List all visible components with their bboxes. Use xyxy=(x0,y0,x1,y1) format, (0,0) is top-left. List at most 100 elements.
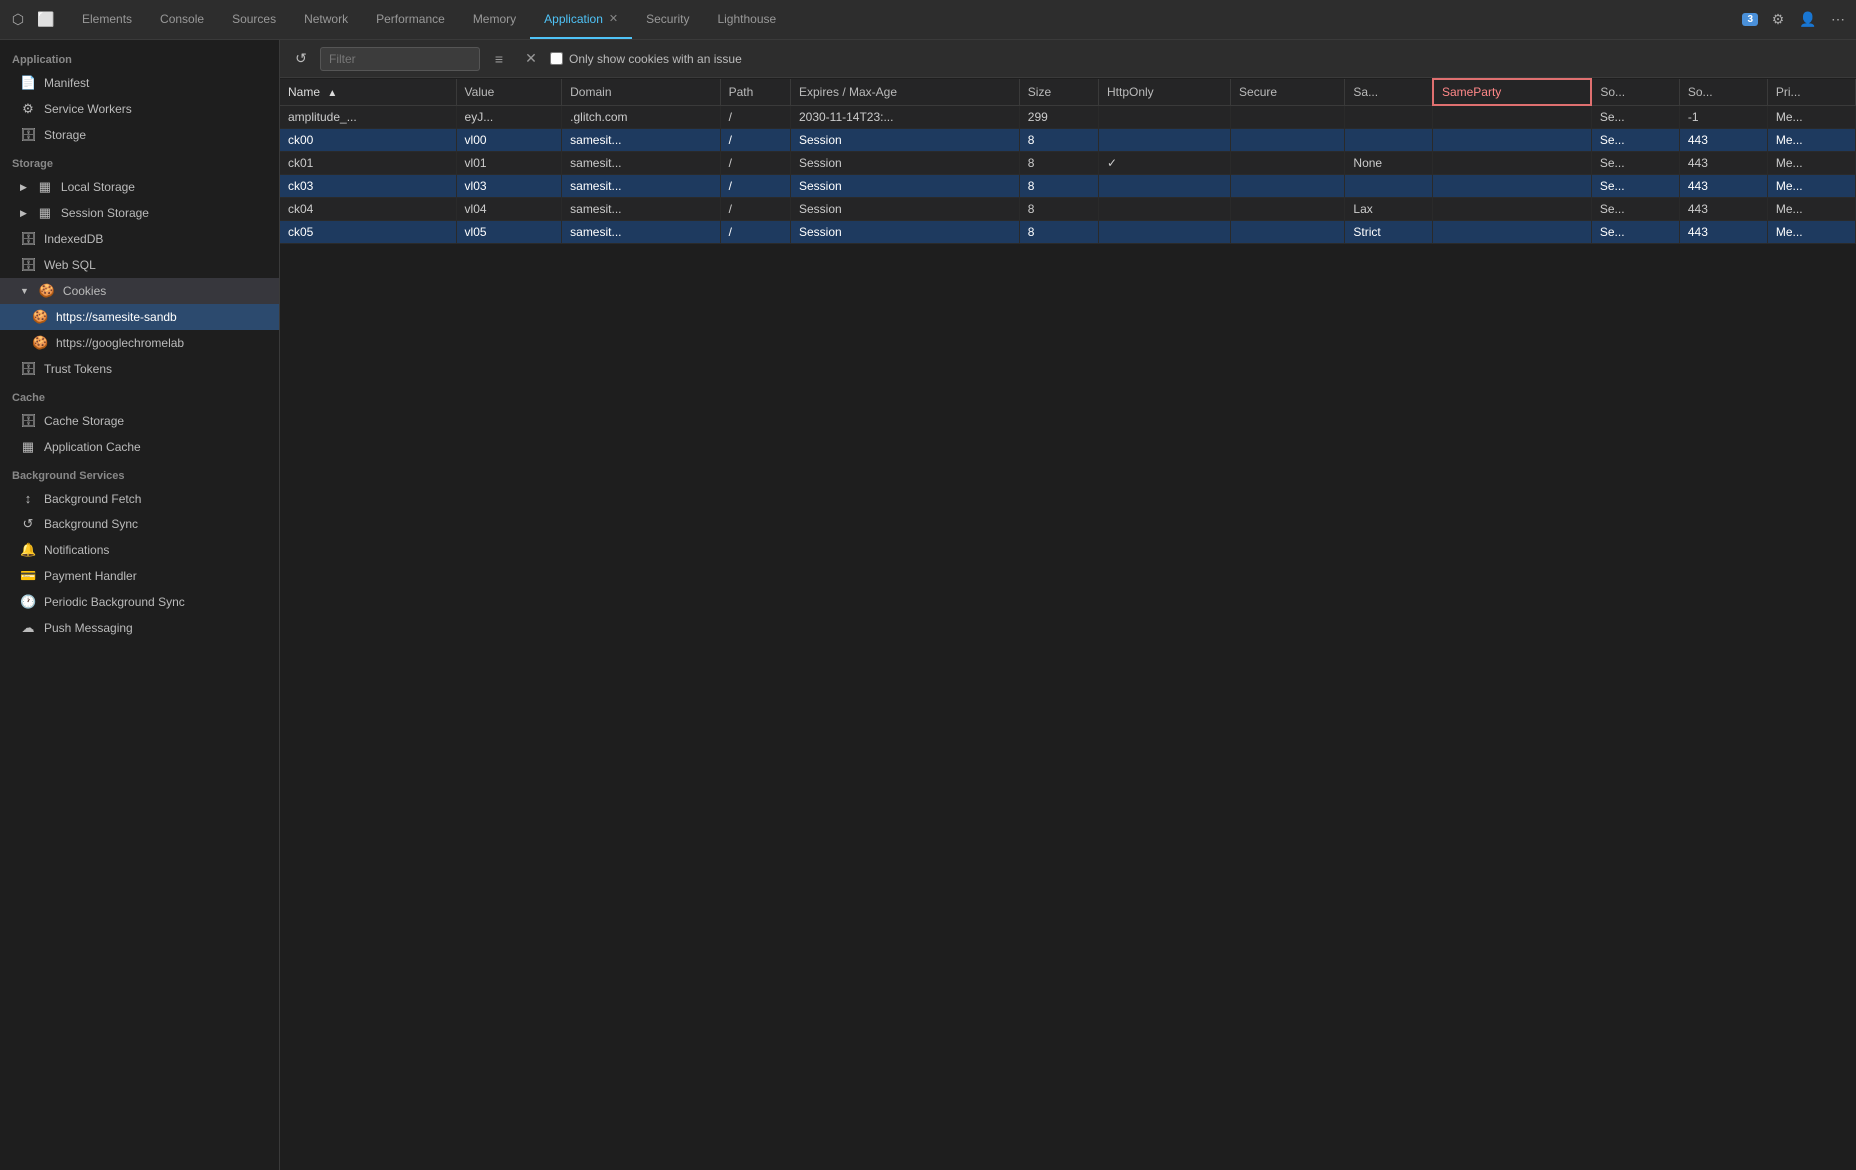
filter-options-icon[interactable]: ≡ xyxy=(486,46,512,72)
sidebar-item-periodic-bg-sync[interactable]: 🕐 Periodic Background Sync xyxy=(0,589,279,615)
tab-close-icon[interactable]: ✕ xyxy=(609,12,618,25)
sidebar-item-googlechrome-lab[interactable]: 🍪 https://googlechromelab xyxy=(0,330,279,356)
cell-so1: Se... xyxy=(1591,197,1679,220)
websql-icon: 🗄 xyxy=(20,257,36,273)
cache-storage-icon: 🗄 xyxy=(20,413,36,429)
table-row[interactable]: ck03vl03samesit.../Session8Se...443Me... xyxy=(280,174,1856,197)
col-header-domain[interactable]: Domain xyxy=(562,79,720,105)
table-row[interactable]: ck05vl05samesit.../Session8StrictSe...44… xyxy=(280,220,1856,243)
more-icon[interactable]: ⋯ xyxy=(1828,10,1848,30)
tab-performance[interactable]: Performance xyxy=(362,0,459,39)
cell-value: vl00 xyxy=(456,128,562,151)
settings-icon[interactable]: ⚙ xyxy=(1768,10,1788,30)
sidebar-item-session-storage[interactable]: ▶ ▦ Session Storage xyxy=(0,200,279,226)
tab-memory[interactable]: Memory xyxy=(459,0,530,39)
cell-pri: Me... xyxy=(1767,174,1855,197)
cell-sameparty xyxy=(1433,128,1591,151)
sidebar-item-application-cache[interactable]: ▦ Application Cache xyxy=(0,434,279,460)
sidebar-item-service-workers[interactable]: ⚙ Service Workers xyxy=(0,96,279,122)
cell-name: ck01 xyxy=(280,151,456,174)
tab-security[interactable]: Security xyxy=(632,0,703,39)
col-header-so2[interactable]: So... xyxy=(1679,79,1767,105)
issue-filter-checkbox[interactable] xyxy=(550,52,563,65)
table-row[interactable]: ck04vl04samesit.../Session8LaxSe...443Me… xyxy=(280,197,1856,220)
clear-filter-icon[interactable]: ✕ xyxy=(518,46,544,72)
col-header-sa[interactable]: Sa... xyxy=(1345,79,1433,105)
cell-secure xyxy=(1231,105,1345,128)
sidebar-item-websql[interactable]: 🗄 Web SQL xyxy=(0,252,279,278)
sidebar-item-trust-tokens[interactable]: 🗄 Trust Tokens xyxy=(0,356,279,382)
cell-path: / xyxy=(720,197,790,220)
table-row[interactable]: ck01vl01samesit.../Session8✓NoneSe...443… xyxy=(280,151,1856,174)
tab-elements[interactable]: Elements xyxy=(68,0,146,39)
col-header-expires[interactable]: Expires / Max-Age xyxy=(790,79,1019,105)
cell-sa xyxy=(1345,105,1433,128)
table-body: amplitude_...eyJ....glitch.com/2030-11-1… xyxy=(280,105,1856,243)
col-header-so1[interactable]: So... xyxy=(1591,79,1679,105)
sidebar-item-payment-handler[interactable]: 💳 Payment Handler xyxy=(0,563,279,589)
issue-filter-label[interactable]: Only show cookies with an issue xyxy=(550,52,742,66)
col-header-value[interactable]: Value xyxy=(456,79,562,105)
cursor-icon[interactable]: ⬡ xyxy=(8,10,28,30)
col-header-size[interactable]: Size xyxy=(1019,79,1098,105)
col-header-pri[interactable]: Pri... xyxy=(1767,79,1855,105)
tab-bar: ⬡ ⬜ Elements Console Sources Network Per… xyxy=(0,0,1856,40)
cell-httponly xyxy=(1099,197,1231,220)
sidebar-item-local-storage[interactable]: ▶ ▦ Local Storage xyxy=(0,174,279,200)
cell-so2: 443 xyxy=(1679,197,1767,220)
person-icon[interactable]: 👤 xyxy=(1798,10,1818,30)
cookie-table-section: Name ▲ Value Domain Path Expires / Max-A… xyxy=(280,78,1856,1170)
toolbar: ↺ ≡ ✕ Only show cookies with an issue xyxy=(280,40,1856,78)
sidebar-item-bg-sync[interactable]: ↺ Background Sync xyxy=(0,511,279,537)
cell-sameparty xyxy=(1433,220,1591,243)
cell-size: 8 xyxy=(1019,174,1098,197)
col-header-path[interactable]: Path xyxy=(720,79,790,105)
refresh-button[interactable]: ↺ xyxy=(288,46,314,72)
cell-sa xyxy=(1345,128,1433,151)
table-row[interactable]: amplitude_...eyJ....glitch.com/2030-11-1… xyxy=(280,105,1856,128)
filter-input[interactable] xyxy=(320,47,480,71)
cell-so1: Se... xyxy=(1591,220,1679,243)
local-storage-icon: ▦ xyxy=(37,179,53,195)
cell-so2: 443 xyxy=(1679,220,1767,243)
sidebar-item-push-messaging[interactable]: ☁ Push Messaging xyxy=(0,615,279,641)
sidebar-item-bg-fetch[interactable]: ↕ Background Fetch xyxy=(0,486,279,511)
sidebar-item-indexeddb[interactable]: 🗄 IndexedDB xyxy=(0,226,279,252)
cell-domain: samesit... xyxy=(562,220,720,243)
cell-secure xyxy=(1231,220,1345,243)
col-header-httponly[interactable]: HttpOnly xyxy=(1099,79,1231,105)
cell-size: 299 xyxy=(1019,105,1098,128)
tab-network[interactable]: Network xyxy=(290,0,362,39)
cell-httponly xyxy=(1099,174,1231,197)
col-header-sameparty[interactable]: SameParty xyxy=(1433,79,1591,105)
cell-so2: 443 xyxy=(1679,151,1767,174)
cell-path: / xyxy=(720,220,790,243)
cell-so1: Se... xyxy=(1591,151,1679,174)
cell-so2: -1 xyxy=(1679,105,1767,128)
cell-name: ck05 xyxy=(280,220,456,243)
cell-expires: Session xyxy=(790,151,1019,174)
table-row[interactable]: ck00vl00samesit.../Session8Se...443Me... xyxy=(280,128,1856,151)
sidebar-item-manifest[interactable]: 📄 Manifest xyxy=(0,70,279,96)
tab-lighthouse[interactable]: Lighthouse xyxy=(703,0,790,39)
tab-application[interactable]: Application ✕ xyxy=(530,0,632,39)
storage-section-title: Storage xyxy=(0,148,279,174)
cookie-item-icon: 🍪 xyxy=(32,335,48,351)
col-header-secure[interactable]: Secure xyxy=(1231,79,1345,105)
sidebar-item-cookies[interactable]: ▼ 🍪 Cookies xyxy=(0,278,279,304)
cell-sameparty xyxy=(1433,151,1591,174)
device-icon[interactable]: ⬜ xyxy=(36,10,56,30)
sidebar-item-cache-storage[interactable]: 🗄 Cache Storage xyxy=(0,408,279,434)
cell-httponly xyxy=(1099,220,1231,243)
sidebar-item-notifications[interactable]: 🔔 Notifications xyxy=(0,537,279,563)
col-header-name[interactable]: Name ▲ xyxy=(280,79,456,105)
tab-sources[interactable]: Sources xyxy=(218,0,290,39)
cell-httponly: ✓ xyxy=(1099,151,1231,174)
cell-expires: Session xyxy=(790,128,1019,151)
cell-domain: samesit... xyxy=(562,197,720,220)
sidebar-item-storage[interactable]: 🗄 Storage xyxy=(0,122,279,148)
sidebar-item-samesite-sandbox[interactable]: 🍪 https://samesite-sandb xyxy=(0,304,279,330)
tab-console[interactable]: Console xyxy=(146,0,218,39)
issue-badge[interactable]: 3 xyxy=(1742,13,1758,26)
cell-path: / xyxy=(720,128,790,151)
